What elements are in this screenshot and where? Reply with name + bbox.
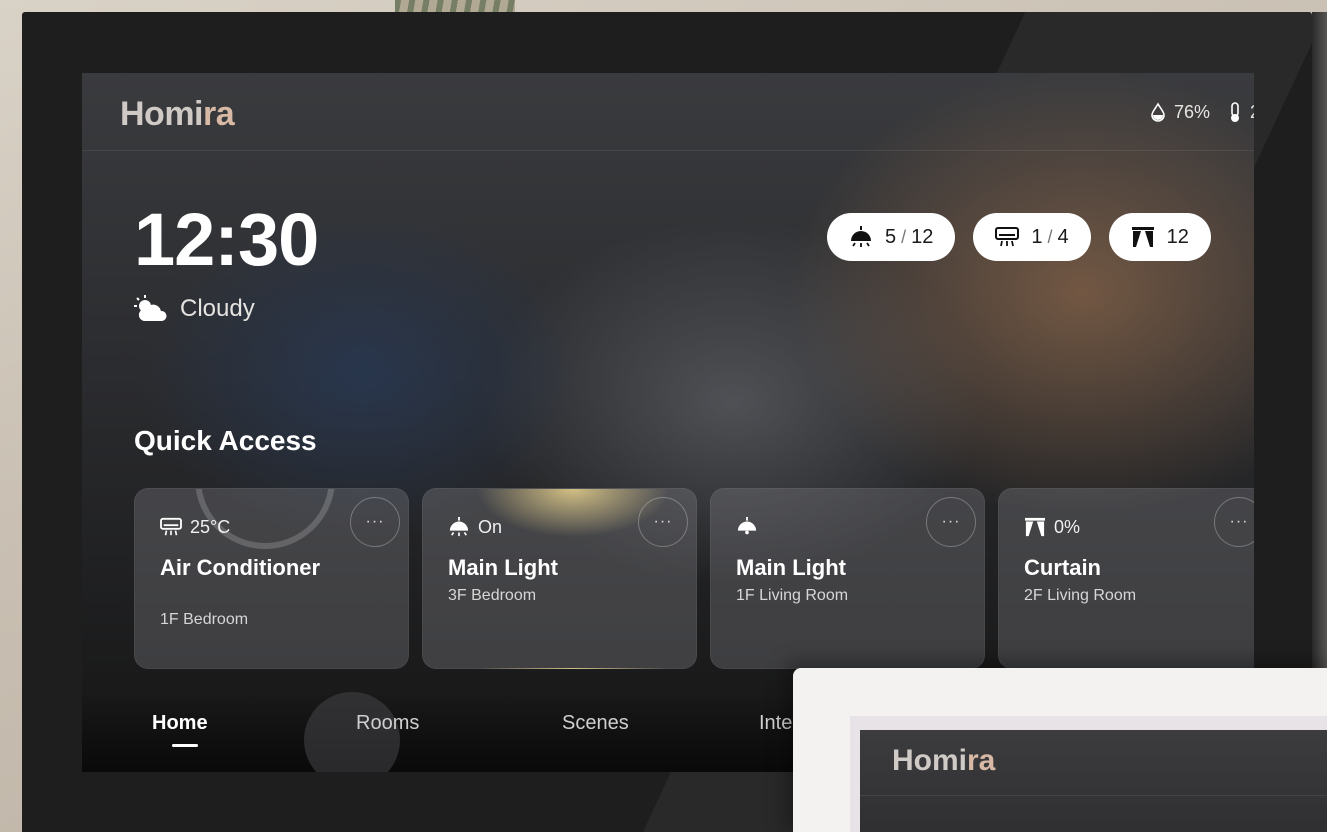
active-tab-indicator	[172, 744, 198, 747]
curtain-icon	[1024, 517, 1046, 537]
more-options-button[interactable]: ···	[638, 497, 688, 547]
quick-access-title: Quick Access	[134, 425, 317, 456]
weather-status: Cloudy	[134, 295, 255, 323]
second-top-divider	[860, 795, 1327, 796]
second-brand-logo: Homira	[892, 744, 995, 778]
curtain-count: 12	[1166, 225, 1189, 248]
curtain-icon	[1131, 226, 1155, 248]
tab-home[interactable]: Home	[152, 712, 208, 735]
card-name: Air Conditioner	[160, 555, 321, 580]
ceiling-light-icon	[849, 226, 873, 248]
partly-cloudy-icon	[134, 295, 168, 323]
tab-rooms[interactable]: Rooms	[356, 712, 419, 735]
quick-card-main-light-3f[interactable]: ··· On Main Light 3F Bedroom	[422, 488, 697, 669]
air-conditioner-icon	[995, 226, 1020, 248]
card-room: 2F Living Room	[1024, 587, 1137, 604]
brand-logo: Homira	[120, 95, 235, 134]
environment-status: 76% 2	[1150, 101, 1254, 123]
ceiling-light-icon	[448, 517, 470, 537]
quick-access-cards: ··· 25°C Air Conditioner 1F Bedroom ··· …	[134, 488, 1254, 669]
second-brand-accent: ra	[967, 744, 996, 777]
quick-card-air-conditioner[interactable]: ··· 25°C Air Conditioner 1F Bedroom	[134, 488, 409, 669]
card-name: Main Light	[736, 555, 846, 580]
lights-sep: /	[896, 226, 912, 247]
top-bar: Homira 76% 2	[82, 73, 1254, 151]
brand-main: Homi	[120, 95, 204, 133]
clock-time: 12:30	[134, 198, 319, 281]
card-name: Curtain	[1024, 555, 1101, 580]
card-status-text: 0%	[1054, 516, 1081, 537]
more-options-button[interactable]: ···	[350, 497, 400, 547]
droplet-icon	[1150, 102, 1166, 122]
weather-label: Cloudy	[180, 295, 255, 322]
lights-count: 5 / 12	[885, 226, 933, 249]
tab-integrations[interactable]: Inte	[759, 712, 792, 735]
temperature-value: 2	[1250, 102, 1254, 123]
air-conditioner-icon	[160, 517, 182, 537]
ac-total: 4	[1057, 225, 1069, 248]
more-options-button[interactable]: ···	[926, 497, 976, 547]
ac-on: 1	[1031, 225, 1043, 248]
lights-count-pill[interactable]: 5 / 12	[827, 213, 956, 261]
quick-card-curtain[interactable]: ··· 0% Curtain 2F Living Room	[998, 488, 1254, 669]
lights-total: 12	[911, 225, 934, 248]
temperature-status: 2	[1228, 101, 1254, 123]
card-room: 1F Bedroom	[160, 611, 249, 628]
ceiling-light-icon	[736, 517, 758, 537]
ac-count-pill[interactable]: 1 / 4	[973, 213, 1091, 261]
device-count-pills: 5 / 12 1 / 4 12	[827, 213, 1211, 261]
brand-accent: ra	[203, 95, 235, 133]
quick-card-main-light-1f[interactable]: ··· Main Light 1F Living Room	[710, 488, 985, 669]
ac-count: 1 / 4	[1031, 226, 1068, 249]
second-brand-main: Homi	[892, 744, 967, 777]
card-room: 3F Bedroom	[448, 587, 537, 604]
ac-sep: /	[1042, 226, 1058, 247]
curtain-count-pill[interactable]: 12	[1108, 213, 1211, 261]
second-panel-screen: Homira	[860, 730, 1327, 832]
humidity-status: 76%	[1150, 102, 1210, 123]
lights-on: 5	[885, 225, 897, 248]
card-status-text: On	[478, 516, 503, 537]
card-name: Main Light	[448, 555, 558, 580]
humidity-value: 76%	[1173, 101, 1210, 122]
card-room: 1F Living Room	[736, 587, 849, 604]
thermometer-icon	[1228, 101, 1242, 123]
second-panel-device: Homira	[793, 668, 1327, 832]
tab-scenes[interactable]: Scenes	[562, 712, 629, 735]
